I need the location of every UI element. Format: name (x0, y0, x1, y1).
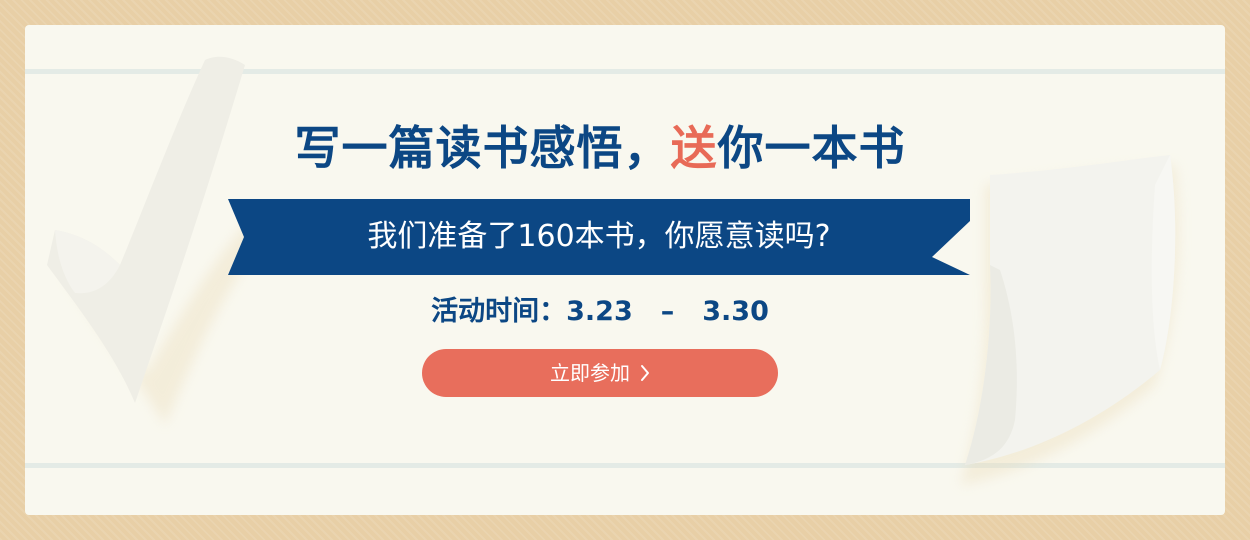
paper-sheet-icon (960, 155, 1179, 485)
join-now-button[interactable]: 立即参加 (422, 349, 778, 397)
date-separator: – (660, 296, 675, 327)
event-date: 活动时间：3.23–3.30 (300, 292, 900, 332)
date-start: 3.23 (566, 296, 633, 327)
headline-accent: 送 (670, 121, 718, 175)
ribbon-text: 我们准备了160本书，你愿意读吗? (367, 219, 831, 254)
join-button-label: 立即参加 (550, 361, 630, 385)
chevron-right-icon (641, 365, 649, 381)
headline-tail: 你一本书 (717, 121, 906, 175)
page-title: 写一篇读书感悟，送你一本书 (175, 110, 1025, 186)
date-label: 活动时间： (431, 296, 567, 327)
headline-main: 写一篇读书感悟， (294, 121, 671, 175)
date-end: 3.30 (702, 296, 769, 327)
